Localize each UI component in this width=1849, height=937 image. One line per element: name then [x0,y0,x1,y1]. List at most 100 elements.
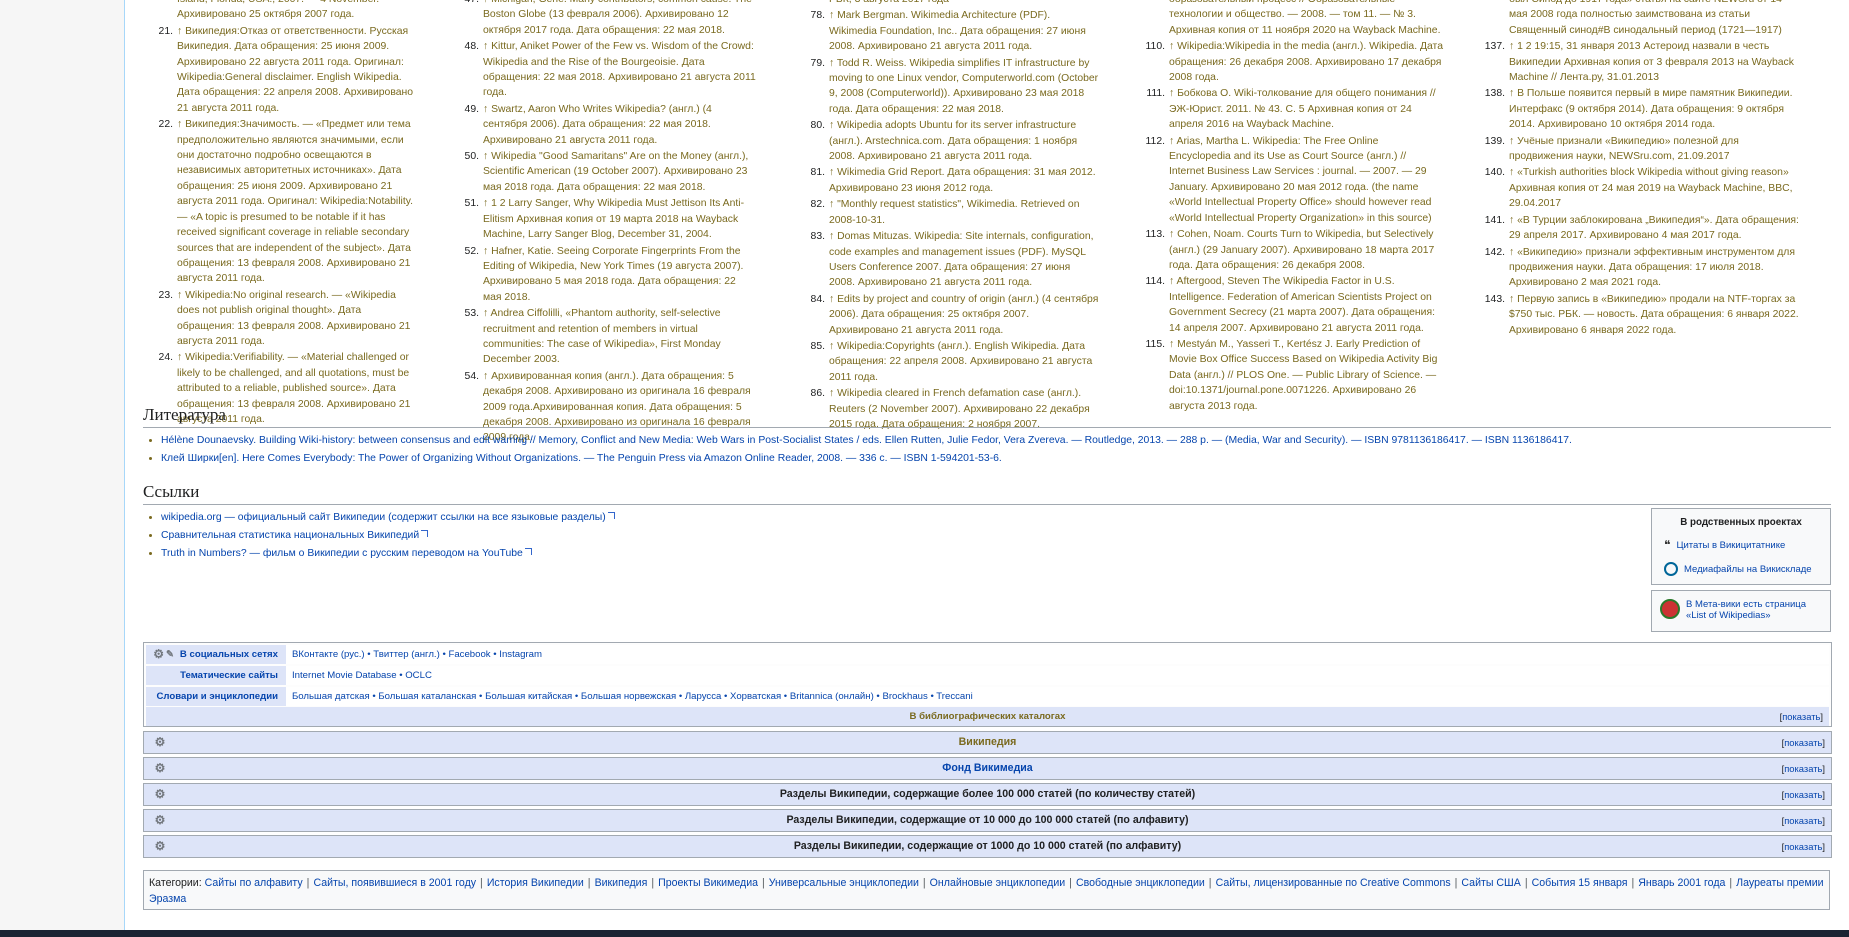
reference-text[interactable]: ↑ Domas Mituzas. Wikipedia: Site interna… [829,231,1094,288]
category-link[interactable]: Сайты, лицензированные по Creative Commo… [1216,877,1451,889]
reference-text[interactable]: ↑ Wikipedia:No original research. — «Wik… [177,290,410,347]
reference-text[interactable]: ↑ Первую запись в «Википедию» продали на… [1509,294,1799,336]
reference-text[interactable]: Island, Florida, USA., 2007. — 4 Novembe… [177,0,379,20]
reference-text[interactable]: ↑ Википедия:Значимость. — «Предмет или т… [177,119,413,284]
category-separator: | [306,877,310,889]
gear-icon[interactable]: ⚙ [154,840,166,852]
category-link[interactable]: История Википедии [487,877,584,889]
category-link[interactable]: Онлайновые энциклопедии [930,877,1066,889]
reference-text[interactable]: ↑ Michigan, Gene. Many contributors, com… [483,0,752,36]
reference-text[interactable]: ↑ Todd R. Weiss. Wikipedia simplifies IT… [829,58,1098,115]
category-link[interactable]: Сайты США [1461,877,1520,889]
navbox-list[interactable]: Internet Movie Database • OCLC [286,666,1829,685]
navbox-10k-wikis[interactable]: ⚙ Разделы Википедии, содержащие от 10 00… [143,809,1832,832]
navbox-wikimedia-foundation[interactable]: ⚙ Фонд Викимедиа [показать] [143,757,1832,780]
reference-text[interactable]: ↑ Wikipedia:Copyrights (англ.). English … [829,341,1092,383]
category-link[interactable]: События 15 января [1532,877,1628,889]
navbox-1k-wikis[interactable]: ⚙ Разделы Википедии, содержащие от 1000 … [143,835,1832,858]
category-separator: | [1069,877,1072,889]
external-link-item[interactable]: wikipedia.org — официальный сайт Википед… [161,509,615,527]
external-link-text[interactable]: Сравнительная статистика национальных Ви… [161,530,419,541]
reference-number: 79. [810,57,825,69]
show-toggle-button[interactable]: [показать] [1780,707,1823,726]
reference-item: 114. ↑ Aftergood, Steven The Wikipedia Fa… [1143,274,1443,336]
reference-text[interactable]: ↑ Википедия:Отказ от ответственности. Ру… [177,26,413,114]
gear-icon[interactable]: ⚙ [154,814,166,826]
category-separator: | [762,877,765,889]
reference-number: 83. [810,231,825,243]
reference-item: 78. ↑ Mark Bergman. Wikimedia Architectur… [803,8,1099,54]
reference-text[interactable]: был Синод до 1917 года» статья на сайте … [1509,0,1782,36]
category-link[interactable]: Википедия [595,877,648,889]
external-link-text[interactable]: Truth in Numbers? — фильм о Википедии с … [161,548,523,559]
external-link-text[interactable]: wikipedia.org — официальный сайт Википед… [161,512,606,523]
gear-icon[interactable]: ⚙ [152,648,164,660]
navbox-title: Разделы Википедии, содержащие более 100 … [779,788,1196,800]
reference-text[interactable]: ↑ Swartz, Aaron Who Writes Wikipedia? (а… [483,104,712,146]
sister-project-link[interactable]: Цитаты в Викицитатнике [1676,540,1785,551]
reference-text[interactable]: ↑ «Turkish authorities block Wikipedia w… [1509,167,1793,209]
category-link[interactable]: Сайты, появившиеся в 2001 году [313,877,476,889]
category-link[interactable]: Январь 2001 года [1638,877,1725,889]
sister-project-commons[interactable]: Медиафайлы на Викискладе [1664,562,1830,576]
reference-text[interactable]: РБК, 3 августа 2017 года [829,0,949,5]
reference-text[interactable]: ↑ «Википедию» признали эффективным инстр… [1509,247,1795,289]
reference-text[interactable]: ↑ «В Турции заблокирована „Википедия“». … [1509,215,1799,241]
reference-item: 139. ↑ Учёные признали «Википедию» полезн… [1483,134,1801,165]
reference-text[interactable]: ↑ Cohen, Noam. Courts Turn to Wikipedia,… [1169,229,1434,271]
reference-text[interactable]: ↑ Wikipedia adopts Ubuntu for its server… [829,120,1077,162]
literature-item[interactable]: Клей Ширки[en]. Here Comes Everybody: Th… [161,451,1572,467]
reference-text[interactable]: образовательный процесс // Образовательн… [1169,0,1440,36]
reference-text[interactable]: ↑ В Польше появится первый в мире памятн… [1509,88,1793,130]
page-body: Island, Florida, USA., 2007. — 4 Novembe… [124,0,1849,930]
reference-text[interactable]: ↑ Wikimedia Grid Report. Дата обращения:… [829,167,1096,193]
references-list: Island, Florida, USA., 2007. — 4 Novembe… [143,0,1835,443]
reference-text[interactable]: ↑ Mark Bergman. Wikimedia Architecture (… [829,10,1086,52]
meta-wiki-link[interactable]: В Мета-вики есть страница «List of Wikip… [1686,599,1824,621]
literature-item[interactable]: Hélène Dounaevsky. Building Wiki-history… [161,433,1572,449]
show-toggle-button[interactable]: [показать] [1782,810,1825,831]
navbox-list[interactable]: Большая датская • Большая каталанская • … [286,687,1829,706]
reference-text[interactable]: ↑ Arias, Martha L. Wikipedia: The Free O… [1169,136,1432,224]
reference-item: 142. ↑ «Википедию» признали эффективным и… [1483,245,1801,291]
category-link[interactable]: Универсальные энциклопедии [769,877,919,889]
gear-icon[interactable]: ⚙ [154,762,166,774]
navbox-wikipedia[interactable]: ⚙ Википедия [показать] [143,731,1832,754]
reference-text[interactable]: ↑ 1 2 19:15, 31 января 2013 Астероид наз… [1509,41,1794,83]
reference-text[interactable]: ↑ Учёные признали «Википедию» полезной д… [1509,136,1739,162]
external-link-icon [421,530,429,537]
literature-item-text[interactable]: Клей Ширки[en]. Here Comes Everybody: Th… [161,453,1002,464]
external-link-item[interactable]: Truth in Numbers? — фильм о Википедии с … [161,545,615,563]
reference-text[interactable]: ↑ Wikipedia:Wikipedia in the media (англ… [1169,41,1443,83]
external-link-item[interactable]: Сравнительная статистика национальных Ви… [161,527,615,545]
reference-text[interactable]: ↑ Бобкова О. Wiki-толкование для общего … [1169,88,1436,130]
category-link[interactable]: Сайты по алфавиту [205,877,303,889]
navbox-list[interactable]: ВКонтакте (рус.) • Твиттер (англ.) • Fac… [286,645,1829,664]
reference-text[interactable]: ↑ Aftergood, Steven The Wikipedia Factor… [1169,276,1435,333]
reference-item: 80. ↑ Wikipedia adopts Ubuntu for its ser… [803,118,1099,164]
navbox-100k-wikis[interactable]: ⚙ Разделы Википедии, содержащие более 10… [143,783,1832,806]
show-toggle-button[interactable]: [показать] [1782,784,1825,805]
show-toggle-button[interactable]: [показать] [1782,732,1825,753]
reference-text[interactable]: ↑ Edits by project and country of origin… [829,294,1098,336]
category-link[interactable]: Свободные энциклопедии [1076,877,1205,889]
pencil-icon[interactable]: ✎ [166,645,174,664]
gear-icon[interactable]: ⚙ [154,788,166,800]
reference-text[interactable]: ↑ Andrea Ciffolilli, «Phantom authority,… [483,308,721,365]
reference-text[interactable]: ↑ Kittur, Aniket Power of the Few vs. Wi… [483,41,756,98]
navbox-biblio-row[interactable]: В библиографических каталогах [показать] [146,707,1829,726]
category-link[interactable]: Проекты Викимедиа [658,877,758,889]
reference-text[interactable]: ↑ Wikipedia "Good Samaritans" Are on the… [483,151,748,193]
reference-text[interactable]: ↑ 1 2 Larry Sanger, Why Wikipedia Must J… [483,198,744,240]
gear-icon[interactable]: ⚙ [154,736,166,748]
reference-number: 51. [464,198,479,210]
sister-project-link[interactable]: Медиафайлы на Викискладе [1684,564,1812,575]
reference-text[interactable]: ↑ "Monthly request statistics", Wikimedi… [829,199,1080,225]
sister-project-quotes[interactable]: ❝ Цитаты в Викицитатнике [1664,538,1830,552]
literature-item-text[interactable]: Hélène Dounaevsky. Building Wiki-history… [161,435,1572,446]
reference-text[interactable]: ↑ Mestyán M., Yasseri T., Kertész J. Ear… [1169,339,1437,412]
reference-text[interactable]: ↑ Hafner, Katie. Seeing Corporate Finger… [483,246,743,303]
show-toggle-button[interactable]: [показать] [1782,836,1825,857]
show-toggle-button[interactable]: [показать] [1782,758,1825,779]
reference-number: 81. [810,167,825,179]
